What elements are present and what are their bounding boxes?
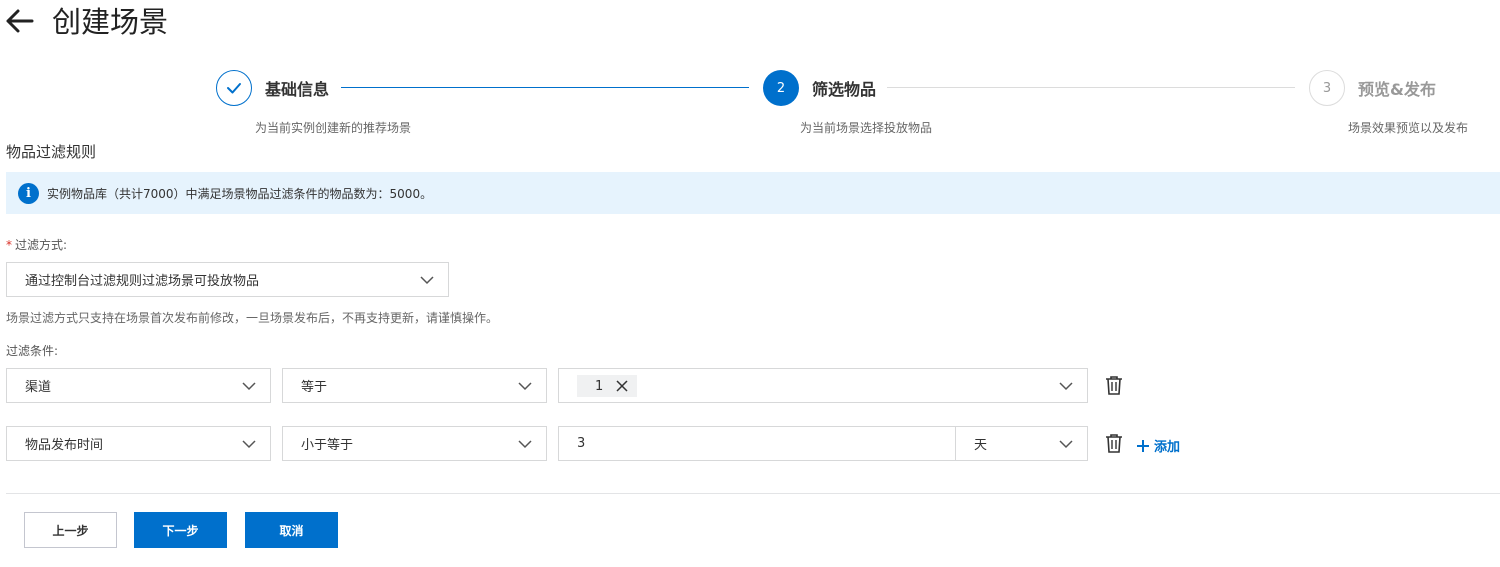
step-3-title: 预览&发布 bbox=[1358, 80, 1436, 99]
condition-2-field-select[interactable]: 物品发布时间 bbox=[6, 426, 271, 461]
step-2-desc: 为当前场景选择投放物品 bbox=[800, 121, 933, 135]
filter-method-hint: 场景过滤方式只支持在场景首次发布前修改，一旦场景发布后，不再支持更新，请谨慎操作… bbox=[6, 311, 499, 325]
step-2-number: 2 bbox=[776, 80, 786, 96]
cancel-button[interactable]: 取消 bbox=[245, 512, 338, 548]
condition-2-operator-select[interactable]: 小于等于 bbox=[282, 426, 547, 461]
step-1-done-check-icon bbox=[216, 70, 252, 106]
add-condition-label: 添加 bbox=[1154, 440, 1181, 455]
filter-method-label-text: 过滤方式: bbox=[15, 238, 68, 252]
chevron-down-icon bbox=[518, 440, 532, 449]
chevron-down-icon bbox=[420, 276, 434, 285]
condition-2-unit-select[interactable]: 天 bbox=[955, 426, 1088, 461]
info-icon: i bbox=[18, 182, 39, 204]
chevron-down-icon bbox=[1059, 440, 1073, 449]
condition-2-value-input[interactable]: 3 bbox=[558, 426, 956, 461]
page-title: 创建场景 bbox=[52, 5, 169, 39]
condition-1-operator-select[interactable]: 等于 bbox=[282, 368, 547, 403]
value-tag: 1 bbox=[577, 375, 638, 397]
filter-method-label: * 过滤方式: bbox=[6, 237, 67, 253]
filter-method-value: 通过控制台过滤规则过滤场景可投放物品 bbox=[25, 274, 260, 289]
info-alert: i 实例物品库（共计7000）中满足场景物品过滤条件的物品数为：5000。 bbox=[6, 172, 1500, 214]
condition-2-field-value: 物品发布时间 bbox=[25, 438, 104, 453]
step-3-desc: 场景效果预览以及发布 bbox=[1348, 121, 1469, 135]
chevron-down-icon bbox=[518, 382, 532, 391]
plus-icon bbox=[1137, 439, 1149, 452]
step-1-title: 基础信息 bbox=[265, 80, 330, 99]
add-condition-button[interactable]: 添加 bbox=[1136, 436, 1180, 455]
step-2-title: 筛选物品 bbox=[812, 80, 877, 99]
step-1-desc: 为当前实例创建新的推荐场景 bbox=[255, 121, 412, 135]
step-3-circle: 3 bbox=[1309, 70, 1345, 106]
chevron-down-icon bbox=[242, 440, 256, 449]
step-2-connector bbox=[887, 87, 1295, 88]
condition-2-unit-value: 天 bbox=[974, 438, 988, 453]
info-text: 实例物品库（共计7000）中满足场景物品过滤条件的物品数为：5000。 bbox=[47, 186, 433, 201]
condition-1-field-value: 渠道 bbox=[25, 380, 52, 395]
condition-1-field-select[interactable]: 渠道 bbox=[6, 368, 271, 403]
filter-method-select[interactable]: 通过控制台过滤规则过滤场景可投放物品 bbox=[6, 262, 449, 297]
chevron-down-icon bbox=[1059, 382, 1073, 391]
condition-1-operator-value: 等于 bbox=[301, 380, 328, 395]
close-icon[interactable] bbox=[615, 379, 629, 393]
delete-condition-2-trash-icon[interactable] bbox=[1105, 433, 1123, 453]
step-2-circle: 2 bbox=[763, 70, 799, 106]
divider bbox=[6, 493, 1500, 494]
required-mark: * bbox=[6, 238, 12, 252]
condition-2-value: 3 bbox=[577, 436, 586, 451]
condition-1-value-multiselect[interactable]: 1 bbox=[558, 368, 1088, 403]
back-arrow-icon[interactable] bbox=[4, 4, 38, 38]
condition-2-operator-value: 小于等于 bbox=[301, 438, 354, 453]
section-title: 物品过滤规则 bbox=[6, 143, 97, 161]
prev-step-button[interactable]: 上一步 bbox=[24, 512, 117, 548]
delete-condition-1-trash-icon[interactable] bbox=[1105, 375, 1123, 395]
filter-conditions-label: 过滤条件: bbox=[6, 344, 59, 358]
value-tag-label: 1 bbox=[595, 378, 604, 394]
next-step-button[interactable]: 下一步 bbox=[134, 512, 227, 548]
step-1-connector bbox=[341, 87, 749, 88]
step-3-number: 3 bbox=[1322, 80, 1332, 96]
chevron-down-icon bbox=[242, 382, 256, 391]
